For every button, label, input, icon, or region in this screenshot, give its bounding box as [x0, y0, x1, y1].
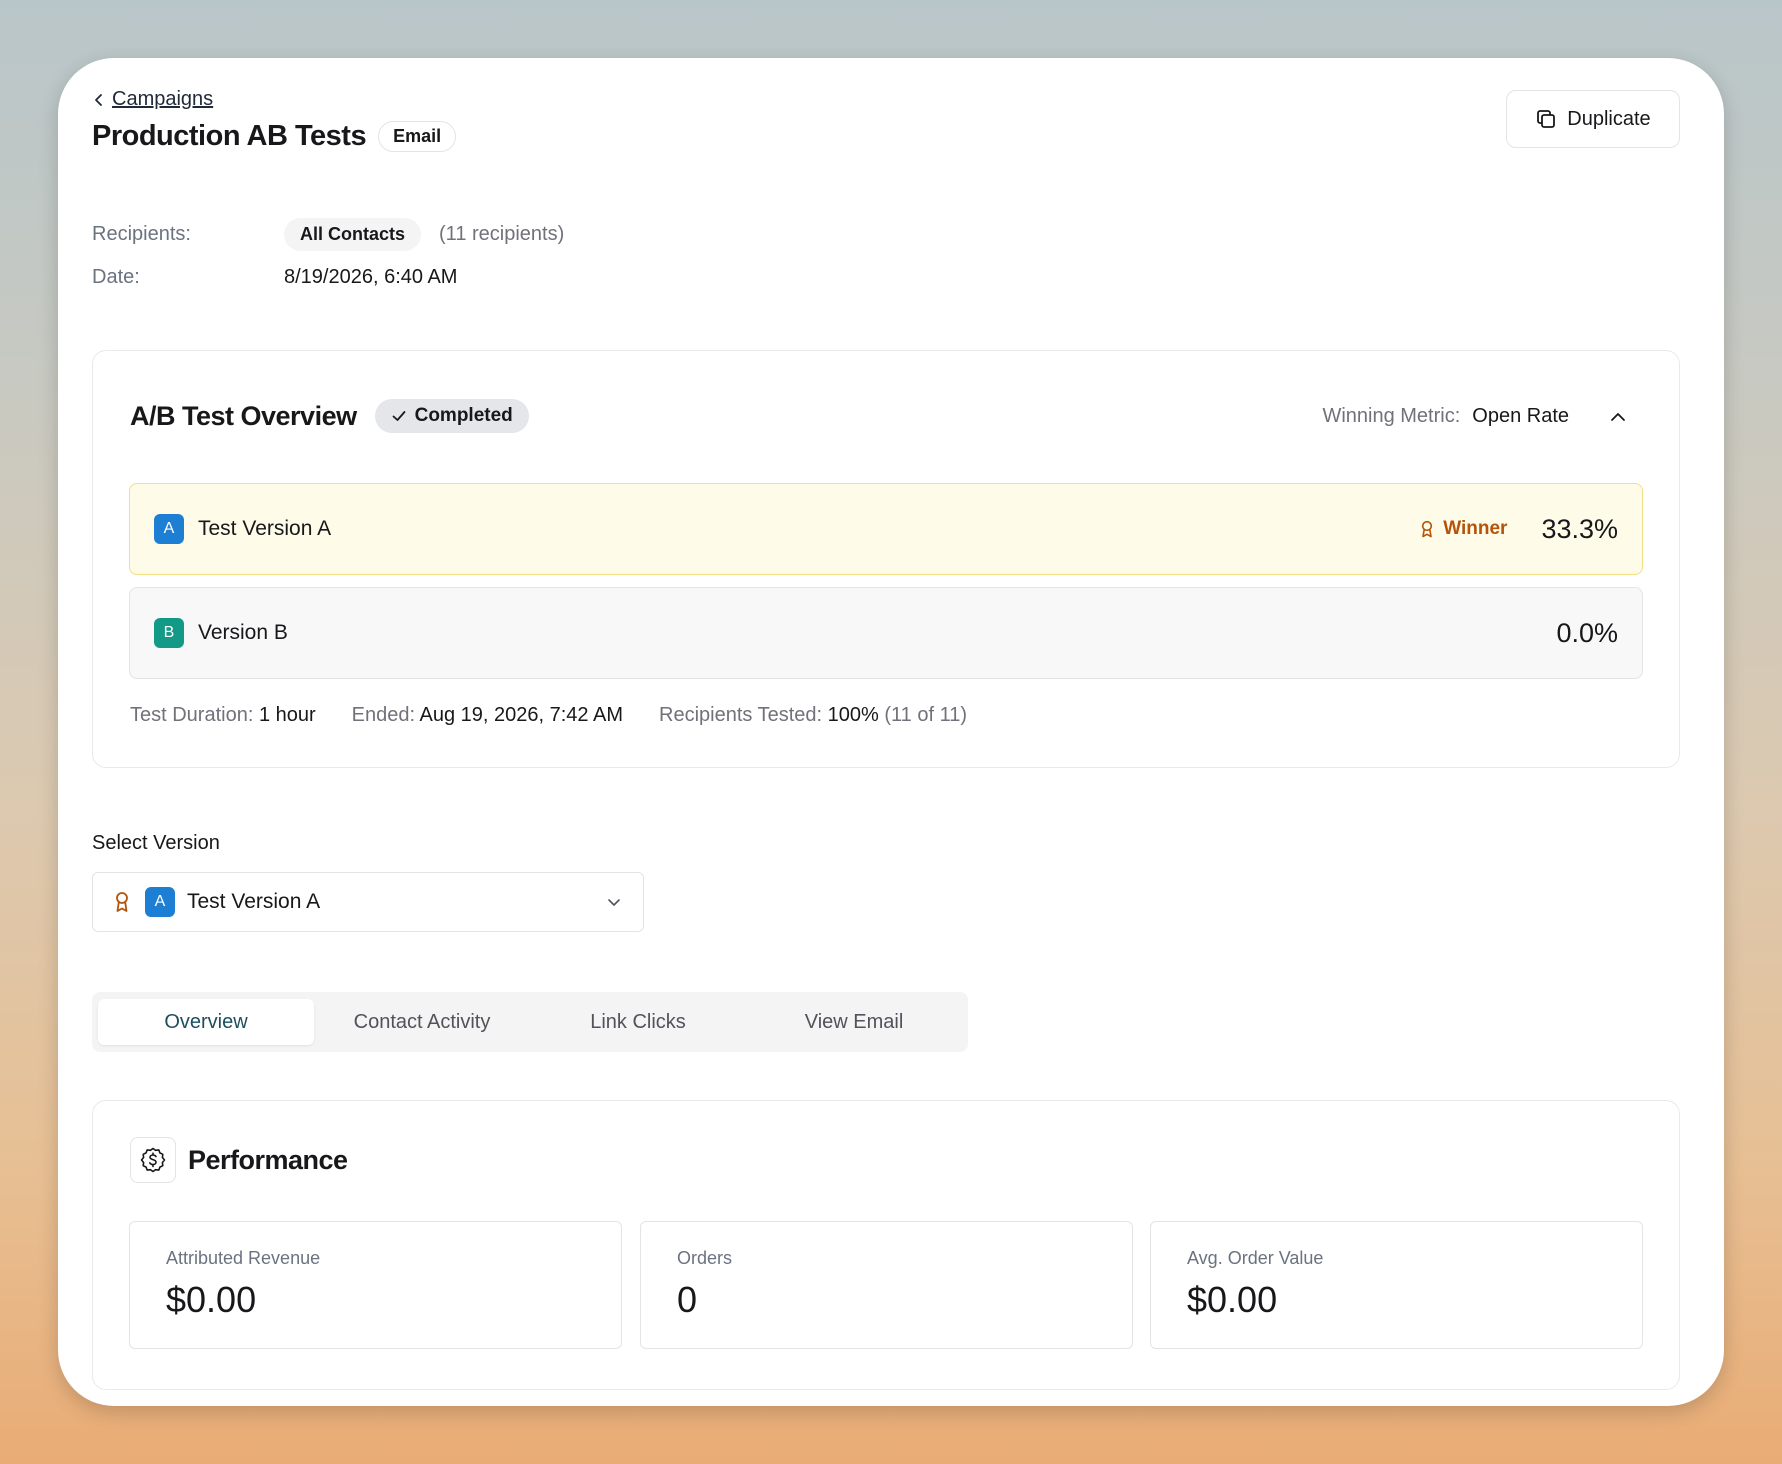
back-to-campaigns-link[interactable]: Campaigns: [92, 88, 213, 111]
recipients-tested-label: Recipients Tested:: [659, 704, 823, 726]
test-duration-value: 1 hour: [258, 704, 316, 726]
copy-icon: [1537, 110, 1556, 128]
recipients-row: Recipients: All Contacts (11 recipients): [92, 216, 564, 252]
test-ended: Ended: Aug 19, 2026, 7:42 AM: [352, 704, 623, 727]
performance-title: Performance: [188, 1144, 348, 1175]
version-b-badge: B: [154, 618, 184, 648]
award-icon: [1422, 520, 1433, 538]
performance-panel: Performance Attributed Revenue $0.00 Ord…: [92, 1100, 1680, 1390]
title-row: Production AB Tests Email: [92, 120, 457, 153]
recipients-tested: Recipients Tested: 100% (11 of 11): [659, 704, 967, 727]
award-icon: [116, 892, 128, 912]
version-a-name: Test Version A: [198, 517, 332, 540]
stat-label: Avg. Order Value: [1187, 1248, 1324, 1268]
version-select[interactable]: A Test Version A: [92, 872, 644, 932]
stat-attributed-revenue: Attributed Revenue $0.00: [129, 1221, 622, 1349]
performance-header: Performance: [130, 1137, 348, 1183]
stat-label: Orders: [677, 1248, 733, 1268]
selected-version-value: Test Version A: [187, 890, 321, 913]
version-a-row[interactable]: A Test Version A Winner 33.3%: [129, 483, 1643, 575]
ended-label: Ended:: [351, 704, 416, 726]
tab-contact-activity[interactable]: Contact Activity: [314, 999, 530, 1045]
version-b-name: Version B: [198, 621, 288, 644]
duplicate-label: Duplicate: [1567, 107, 1651, 130]
winning-metric-value: Open Rate: [1472, 405, 1569, 427]
tab-bar: Overview Contact Activity Link Clicks Vi…: [92, 992, 968, 1052]
test-duration: Test Duration: 1 hour: [130, 704, 316, 727]
chevron-left-icon: [95, 93, 102, 106]
ab-test-title: A/B Test Overview: [130, 400, 357, 431]
winning-metric-label: Winning Metric:: [1322, 405, 1461, 427]
ended-value: Aug 19, 2026, 7:42 AM: [419, 704, 624, 726]
channel-badge: Email: [378, 121, 457, 152]
chevron-down-icon: [608, 899, 620, 906]
version-a-rate: 33.3%: [1541, 513, 1618, 544]
date-label: Date:: [92, 265, 140, 288]
ab-test-overview-panel: A/B Test Overview Completed Winning Metr…: [92, 350, 1680, 768]
campaign-detail-card: Campaigns Production AB Tests Email Dupl…: [58, 58, 1724, 1406]
back-link-label[interactable]: Campaigns: [112, 88, 213, 111]
version-b-rate: 0.0%: [1556, 617, 1618, 648]
recipients-label: Recipients:: [92, 222, 191, 245]
date-row: Date: 8/19/2026, 6:40 AM: [92, 259, 564, 295]
stat-avg-order-value: Avg. Order Value $0.00: [1150, 1221, 1643, 1349]
recipients-chip: All Contacts: [284, 217, 422, 251]
winner-badge: Winner: [1419, 518, 1507, 540]
recipients-tested-value: 100%: [827, 704, 879, 726]
chevron-up-icon[interactable]: [1609, 408, 1627, 426]
status-badge: Completed: [374, 399, 529, 433]
recipients-tested-detail: (11 of 11): [884, 704, 967, 726]
dollar-badge-icon: [130, 1137, 176, 1183]
stat-value: 0: [677, 1279, 698, 1320]
winner-label: Winner: [1443, 518, 1508, 539]
selected-version-badge: A: [145, 887, 175, 917]
campaign-meta: Recipients: All Contacts (11 recipients)…: [92, 216, 564, 302]
test-duration-label: Test Duration:: [130, 704, 254, 726]
duplicate-button[interactable]: Duplicate: [1506, 90, 1680, 148]
version-b-row[interactable]: B Version B 0.0%: [129, 587, 1643, 679]
stat-value: $0.00: [1187, 1279, 1278, 1320]
select-version-label: Select Version: [92, 832, 220, 854]
winning-metric: Winning Metric: Open Rate: [1322, 405, 1627, 428]
ab-test-header: A/B Test Overview Completed: [130, 399, 529, 433]
tab-link-clicks[interactable]: Link Clicks: [530, 999, 746, 1045]
recipients-count: (11 recipients): [439, 222, 565, 245]
check-icon: [392, 411, 405, 421]
ab-test-footer: Test Duration: 1 hour Ended: Aug 19, 202…: [130, 704, 967, 727]
status-label: Completed: [414, 405, 513, 426]
tab-view-email[interactable]: View Email: [746, 999, 962, 1045]
stat-label: Attributed Revenue: [166, 1248, 321, 1268]
page-title: Production AB Tests: [92, 120, 367, 152]
stat-orders: Orders 0: [640, 1221, 1133, 1349]
stat-value: $0.00: [166, 1279, 257, 1320]
version-a-badge: A: [154, 514, 184, 544]
date-value: 8/19/2026, 6:40 AM: [284, 265, 458, 288]
tab-overview[interactable]: Overview: [98, 999, 314, 1045]
